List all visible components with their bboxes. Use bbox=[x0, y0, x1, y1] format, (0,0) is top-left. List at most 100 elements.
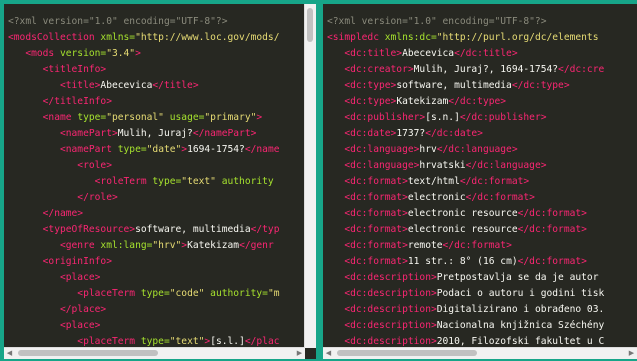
code-token: type= bbox=[140, 336, 170, 347]
code-token: "personal" bbox=[106, 112, 164, 123]
code-line: <placeTerm type="code" authority="m bbox=[8, 286, 280, 302]
code-token: <?xml version="1.0" encoding="UTF-8"?> bbox=[327, 16, 547, 27]
horizontal-scrollbar[interactable]: ◀ ▶ bbox=[4, 347, 305, 359]
code-token: <name bbox=[8, 112, 78, 123]
mods-xml-pane[interactable]: <?xml version="1.0" encoding="UTF-8"?> <m… bbox=[4, 4, 316, 359]
code-token: <dc:format> bbox=[327, 224, 408, 235]
code-line: <place> bbox=[8, 318, 280, 334]
code-line: <dc:description>Podaci o autoru i godini… bbox=[327, 286, 604, 302]
code-token: Abecevica bbox=[402, 48, 455, 59]
horizontal-scroll-thumb[interactable] bbox=[18, 350, 158, 356]
code-line: <dc:format>remote</dc:format> bbox=[327, 238, 604, 254]
code-token: <dc:title> bbox=[327, 48, 403, 59]
code-token: </plac bbox=[244, 336, 280, 347]
code-token: software, multimedia bbox=[396, 80, 512, 91]
code-token: hrvatski bbox=[419, 160, 466, 171]
code-token: 11 str.: 8° (16 cm) bbox=[407, 256, 518, 267]
code-token: <place> bbox=[8, 320, 101, 331]
code-line: <dc:description>Pretpostavlja se da je a… bbox=[327, 270, 604, 286]
code-token: electronic resource bbox=[407, 208, 518, 219]
code-token: </dc:format> bbox=[465, 192, 535, 203]
code-token: <dc:language> bbox=[327, 160, 420, 171]
code-line: <place> bbox=[8, 270, 280, 286]
code-token: </place> bbox=[8, 304, 107, 315]
code-token: </role> bbox=[8, 192, 118, 203]
code-line: <roleTerm type="text" authority bbox=[8, 174, 280, 190]
code-token: </titleInfo> bbox=[8, 96, 112, 107]
code-token: <dc:description> bbox=[327, 288, 437, 299]
code-token: </typ bbox=[250, 224, 280, 235]
code-line: <dc:type>software, multimedia</dc:type> bbox=[327, 78, 604, 94]
vertical-scroll-thumb[interactable] bbox=[307, 8, 313, 42]
code-token: "text" bbox=[169, 336, 205, 347]
code-line: <?xml version="1.0" encoding="UTF-8"?> bbox=[8, 14, 280, 30]
code-line: <genre xml:lang="hrv">Katekizam</genr bbox=[8, 238, 280, 254]
code-token: xml:lang= bbox=[100, 240, 153, 251]
code-token: </dc:cre bbox=[558, 64, 605, 75]
code-token: electronic bbox=[407, 192, 466, 203]
code-token: [s.l.] bbox=[210, 336, 245, 347]
code-line: <dc:date>1737?</dc:date> bbox=[327, 126, 604, 142]
code-token: "3.4" bbox=[106, 48, 136, 59]
code-token: Katekizam bbox=[187, 240, 240, 251]
code-token: "m bbox=[267, 288, 280, 299]
vertical-scrollbar[interactable] bbox=[304, 4, 316, 348]
code-line: <titleInfo> bbox=[8, 62, 280, 78]
code-line: <dc:title>Abecevica</dc:title> bbox=[327, 46, 604, 62]
code-token: 2010, Filozofski fakultet u C bbox=[436, 336, 605, 347]
code-token: <dc:format> bbox=[327, 208, 408, 219]
dublin-core-xml-pane[interactable]: <?xml version="1.0" encoding="UTF-8"?> <s… bbox=[323, 4, 637, 359]
code-token: <dc:language> bbox=[327, 144, 420, 155]
code-token: </dc:format> bbox=[442, 240, 512, 251]
code-line: <role> bbox=[8, 158, 280, 174]
horizontal-scrollbar[interactable]: ◀ ▶ bbox=[323, 347, 637, 359]
code-line: </place> bbox=[8, 302, 280, 318]
code-token: <simpledc bbox=[327, 32, 385, 43]
scroll-right-arrow-icon[interactable]: ▶ bbox=[294, 348, 305, 359]
code-token: </dc:publisher> bbox=[459, 112, 547, 123]
code-token: <dc:type> bbox=[327, 96, 397, 107]
code-line: <name type="personal" usage="primary"> bbox=[8, 110, 280, 126]
code-line: <dc:language>hrvatski</dc:language> bbox=[327, 158, 604, 174]
code-token: </dc:language> bbox=[436, 144, 518, 155]
code-token: <?xml version="1.0" encoding="UTF-8"?> bbox=[8, 16, 228, 27]
code-token: <mods bbox=[8, 48, 60, 59]
scroll-left-arrow-icon[interactable]: ◀ bbox=[4, 348, 15, 359]
code-token: Abecevica bbox=[100, 80, 153, 91]
code-token: Mulih, Juraj? bbox=[117, 128, 193, 139]
code-token: electronic resource bbox=[407, 224, 518, 235]
code-token: "text" bbox=[181, 176, 216, 187]
code-token: <dc:description> bbox=[327, 336, 437, 347]
scroll-left-arrow-icon[interactable]: ◀ bbox=[323, 348, 334, 359]
code-token: authority bbox=[215, 176, 274, 187]
code-token: <dc:format> bbox=[327, 192, 408, 203]
code-token: version= bbox=[59, 48, 107, 59]
code-token: </dc:title> bbox=[454, 48, 518, 59]
code-line: <dc:format>text/html</dc:format> bbox=[327, 174, 604, 190]
code-token: 1694-1754? bbox=[187, 144, 245, 155]
code-token: type= bbox=[140, 288, 170, 299]
code-line: <dc:description>Digitalizirano i obrađen… bbox=[327, 302, 604, 318]
code-token: <dc:description> bbox=[327, 272, 437, 283]
code-token: 1737? bbox=[396, 128, 426, 139]
code-token: usage= bbox=[163, 112, 205, 123]
code-token: <placeTerm bbox=[8, 288, 141, 299]
code-line: <title>Abecevica</title> bbox=[8, 78, 280, 94]
code-token: <genre bbox=[8, 240, 101, 251]
code-token: <dc:creator> bbox=[327, 64, 414, 75]
code-token: </dc:format> bbox=[517, 224, 587, 235]
code-token: </dc:language> bbox=[465, 160, 547, 171]
code-token: software, multimedia bbox=[135, 224, 251, 235]
code-token: Digitalizirano i obrađeno 03. bbox=[436, 304, 605, 315]
code-token: </title> bbox=[152, 80, 199, 91]
code-line: <?xml version="1.0" encoding="UTF-8"?> bbox=[327, 14, 604, 30]
code-line: <originInfo> bbox=[8, 254, 280, 270]
code-token: </name> bbox=[8, 208, 84, 219]
scroll-right-arrow-icon[interactable]: ▶ bbox=[626, 348, 637, 359]
code-line: <dc:format>electronic resource</dc:forma… bbox=[327, 206, 604, 222]
code-token: Katekizam bbox=[396, 96, 449, 107]
code-line: </titleInfo> bbox=[8, 94, 280, 110]
horizontal-scroll-thumb[interactable] bbox=[337, 350, 477, 356]
code-token: </dc:format> bbox=[459, 176, 530, 187]
code-token: <dc:description> bbox=[327, 320, 437, 331]
